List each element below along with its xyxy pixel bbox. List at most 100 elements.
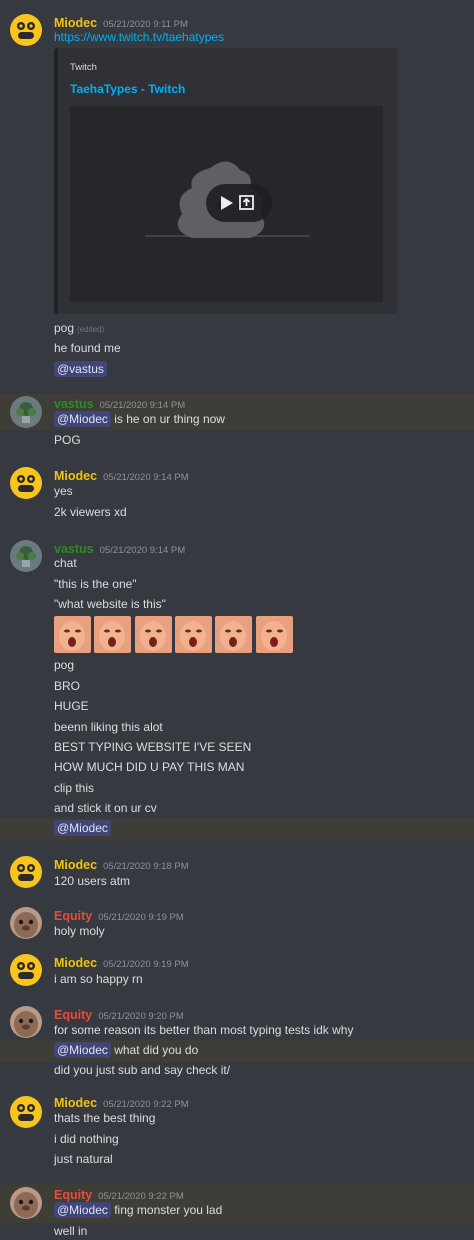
message-line: HUGE (54, 699, 89, 713)
play-icon (221, 196, 233, 210)
avatar[interactable] (10, 1096, 42, 1128)
timestamp: 05/21/2020 9:14 PM (99, 545, 186, 556)
message-line: POG (54, 433, 81, 447)
username[interactable]: Miodec (54, 858, 97, 872)
message-line: @Miodec (54, 820, 111, 836)
message-line: just natural (54, 1152, 113, 1166)
face-emote[interactable] (94, 616, 131, 653)
message-header: Miodec 05/21/2020 9:14 PM (54, 467, 189, 485)
message-line: @Miodec what did you do (54, 1042, 199, 1058)
username[interactable]: Miodec (54, 956, 97, 970)
user-mention[interactable]: @Miodec (54, 1202, 111, 1218)
message-line: yes (54, 484, 73, 498)
message-line: pog (54, 658, 75, 672)
timestamp: 05/21/2020 9:14 PM (99, 400, 186, 411)
message-line: HOW MUCH DID U PAY THIS MAN (54, 760, 245, 774)
username[interactable]: Equity (54, 1008, 92, 1022)
avatar[interactable] (10, 907, 42, 939)
message-line: i did nothing (54, 1132, 119, 1146)
avatar[interactable] (10, 14, 42, 46)
username[interactable]: Equity (54, 1188, 92, 1202)
face-emote[interactable] (256, 616, 293, 653)
avatar[interactable] (10, 1187, 42, 1219)
timestamp: 05/21/2020 9:14 PM (103, 472, 189, 483)
monkey-face-icon (17, 962, 35, 979)
monkey-face-icon (17, 864, 35, 881)
embed-thumbnail[interactable] (70, 106, 383, 302)
message-line: he found me (54, 341, 121, 355)
embed-title[interactable]: TaehaTypes - Twitch (70, 82, 185, 96)
plant-icon (16, 402, 36, 423)
message-text: is he on ur thing now (114, 412, 225, 426)
message-line: @Miodec is he on ur thing now (54, 411, 225, 427)
message-header: Equity 05/21/2020 9:19 PM (54, 907, 184, 925)
edited-label: (edited) (77, 325, 105, 334)
user-mention[interactable]: @Miodec (54, 411, 111, 427)
plant-icon (16, 546, 36, 567)
message-line: i am so happy rn (54, 972, 143, 986)
avatar[interactable] (10, 856, 42, 888)
message-line: pog (edited) (54, 321, 104, 335)
message-text: pog (54, 321, 75, 335)
face-emote[interactable] (135, 616, 172, 653)
message-line: and stick it on ur cv (54, 801, 157, 815)
timestamp: 05/21/2020 9:11 PM (103, 19, 188, 30)
seal-face-icon (14, 912, 38, 938)
timestamp: 05/21/2020 9:22 PM (98, 1191, 184, 1202)
user-mention[interactable]: @vastus (54, 361, 107, 377)
message-line: "this is the one" (54, 577, 137, 591)
user-mention[interactable]: @Miodec (54, 820, 111, 836)
twitch-link[interactable]: https://www.twitch.tv/taehatypes (54, 30, 224, 44)
seal-face-icon (14, 1192, 38, 1218)
user-mention[interactable]: @Miodec (54, 1042, 111, 1058)
message-line: 2k viewers xd (54, 505, 127, 519)
message-line: for some reason its better than most typ… (54, 1023, 354, 1037)
avatar[interactable] (10, 954, 42, 986)
username[interactable]: vastus (54, 397, 94, 411)
username[interactable]: Equity (54, 909, 92, 923)
message-header: Miodec 05/21/2020 9:19 PM (54, 954, 189, 972)
message-line: holy moly (54, 924, 105, 938)
message-line: 120 users atm (54, 874, 131, 888)
message-line: BEST TYPING WEBSITE I'VE SEEN (54, 740, 252, 754)
message-header: Equity 05/21/2020 9:20 PM (54, 1006, 184, 1024)
face-emote[interactable] (175, 616, 212, 653)
embed-provider: Twitch (70, 62, 97, 73)
avatar[interactable] (10, 1006, 42, 1038)
play-button[interactable] (206, 184, 272, 222)
timestamp: 05/21/2020 9:22 PM (103, 1099, 189, 1110)
message-line: "what website is this" (54, 597, 166, 611)
username[interactable]: Miodec (54, 16, 97, 30)
avatar[interactable] (10, 540, 42, 572)
timestamp: 05/21/2020 9:19 PM (98, 912, 184, 923)
avatar[interactable] (10, 467, 42, 499)
timestamp: 05/21/2020 9:20 PM (98, 1011, 184, 1022)
message-text: fing monster you lad (114, 1203, 223, 1217)
seal-face-icon (14, 1011, 38, 1037)
monkey-face-icon (17, 475, 35, 492)
username[interactable]: vastus (54, 542, 94, 556)
message-line: thats the best thing (54, 1111, 156, 1125)
avatar[interactable] (10, 396, 42, 428)
message-line: @vastus (54, 361, 107, 377)
timestamp: 05/21/2020 9:18 PM (103, 861, 189, 872)
monkey-face-icon (17, 22, 35, 39)
message-line: beenn liking this alot (54, 720, 163, 734)
username[interactable]: Miodec (54, 469, 97, 483)
message-line: did you just sub and say check it/ (54, 1063, 231, 1077)
message-line: well in (54, 1224, 88, 1238)
timestamp: 05/21/2020 9:19 PM (103, 959, 189, 970)
username[interactable]: Miodec (54, 1096, 97, 1110)
message-header: Miodec 05/21/2020 9:22 PM (54, 1094, 189, 1112)
message-line: @Miodec fing monster you lad (54, 1202, 223, 1218)
message-header: Miodec 05/21/2020 9:18 PM (54, 856, 189, 874)
message-line: BRO (54, 679, 81, 693)
message-text: what did you do (114, 1043, 199, 1057)
face-emote[interactable] (215, 616, 252, 653)
message-line: clip this (54, 781, 95, 795)
external-link-icon (239, 195, 254, 210)
message-line: chat (54, 556, 77, 570)
monkey-face-icon (17, 1104, 35, 1121)
face-emote[interactable] (54, 616, 91, 653)
link-embed: Twitch TaehaTypes - Twitch (54, 48, 397, 314)
